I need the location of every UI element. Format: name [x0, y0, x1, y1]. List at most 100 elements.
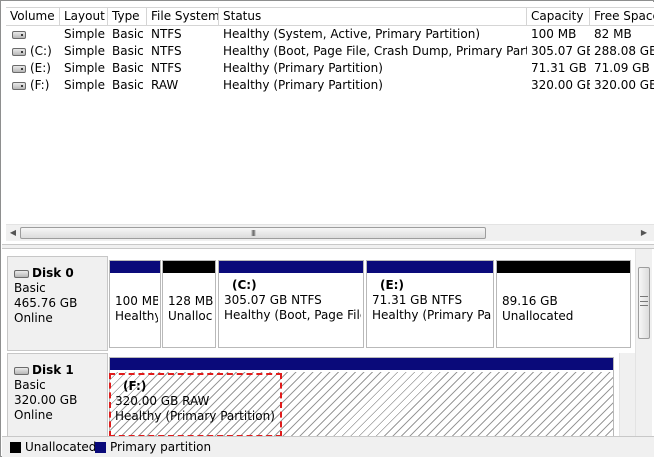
- volume-name: (F:): [30, 78, 50, 92]
- volume-row[interactable]: (E:) Simple Basic NTFS Healthy (Primary …: [6, 60, 654, 77]
- partition-details: (E:) 71.31 GB NTFS Healthy (Primary Part…: [372, 278, 491, 323]
- column-header-capacity[interactable]: Capacity: [527, 8, 590, 26]
- volume-free-space: 320.00 GB: [594, 78, 654, 92]
- volume-list: Volume Layout Type File System Status Ca…: [2, 2, 654, 244]
- drive-icon: [12, 82, 26, 90]
- volume-capacity: 320.00 GB: [531, 78, 590, 92]
- disk-1-title: Disk 1: [14, 363, 107, 378]
- partition-details: 128 MB Unallocated: [168, 294, 213, 324]
- drive-icon: [12, 31, 26, 39]
- scroll-grip-icon: [640, 296, 648, 306]
- partition-e-drive[interactable]: (E:) 71.31 GB NTFS Healthy (Primary Part…: [366, 260, 494, 348]
- volume-name: (C:): [30, 44, 52, 58]
- disk-icon: [14, 367, 29, 375]
- volume-row[interactable]: (C:) Simple Basic NTFS Healthy (Boot, Pa…: [6, 43, 654, 60]
- volume-status: Healthy (Boot, Page File, Crash Dump, Pr…: [223, 44, 527, 58]
- legend-label: Unallocated: [25, 440, 97, 454]
- partition-system-reserved[interactable]: 100 MB Healthy (System, Active, Primary …: [109, 260, 161, 348]
- legend-bar: Unallocated Primary partition: [2, 436, 654, 457]
- horizontal-scrollbar[interactable]: ◀ III ▶: [6, 224, 654, 241]
- volume-row[interactable]: (F:) Simple Basic RAW Healthy (Primary P…: [6, 77, 654, 94]
- volume-type: Basic: [112, 61, 144, 75]
- drive-icon: [12, 48, 26, 56]
- volume-row[interactable]: Simple Basic NTFS Healthy (System, Activ…: [6, 26, 654, 43]
- partition-status: Unallocated: [502, 309, 574, 323]
- disk-name: Disk 0: [32, 266, 74, 280]
- partition-color-bar: [163, 261, 215, 273]
- volume-list-header: Volume Layout Type File System Status Ca…: [6, 7, 654, 26]
- volume-type: Basic: [112, 27, 144, 41]
- legend-swatch-unallocated: [10, 442, 21, 453]
- disk-size: 465.76 GB: [14, 296, 78, 310]
- volume-free-space: 71.09 GB: [594, 61, 650, 75]
- disk-size: 320.00 GB: [14, 393, 78, 407]
- disk-status: Online: [14, 408, 53, 422]
- volume-free-space: 288.08 GB: [594, 44, 654, 58]
- partition-size: 89.16 GB: [502, 294, 558, 308]
- volume-capacity: 305.07 GB: [531, 44, 590, 58]
- volume-name: [26, 26, 60, 43]
- legend-item-primary-partition: Primary partition: [95, 439, 211, 455]
- partition-color-bar: [367, 261, 493, 273]
- volume-free-space: 82 MB: [594, 27, 632, 41]
- volume-file-system: NTFS: [151, 61, 182, 75]
- partition-label: (C:): [232, 278, 257, 292]
- partition-f-drive[interactable]: (F:) 320.00 GB RAW Healthy (Primary Part…: [109, 357, 614, 436]
- legend-item-unallocated: Unallocated: [10, 439, 96, 455]
- vertical-scroll-thumb[interactable]: [638, 267, 650, 339]
- legend-label: Primary partition: [110, 440, 212, 454]
- scroll-right-arrow-icon[interactable]: ▶: [637, 226, 651, 240]
- partition-status: Healthy (Boot, Page File, Crash Dump, Pr…: [224, 308, 361, 322]
- disk-management-window: Volume Layout Type File System Status Ca…: [0, 0, 654, 457]
- partition-status: Unallocated: [168, 309, 213, 323]
- volume-capacity: 71.31 GB: [531, 61, 587, 75]
- scroll-grip-icon: III: [250, 229, 256, 238]
- partition-details: 100 MB Healthy (System, Active, Primary …: [115, 294, 158, 324]
- column-header-status[interactable]: Status: [219, 8, 527, 26]
- disk-type: Basic: [14, 281, 46, 295]
- partition-unallocated-small[interactable]: 128 MB Unallocated: [162, 260, 216, 348]
- horizontal-scroll-thumb[interactable]: III: [20, 227, 486, 239]
- volume-type: Basic: [112, 44, 144, 58]
- column-header-file-system[interactable]: File System: [147, 8, 219, 26]
- partition-size: 305.07 GB NTFS: [224, 293, 322, 307]
- partition-details: (C:) 305.07 GB NTFS Healthy (Boot, Page …: [224, 278, 361, 323]
- disk-name: Disk 1: [32, 363, 74, 377]
- disk-type: Basic: [14, 378, 46, 392]
- partition-color-bar: [219, 261, 363, 273]
- vertical-scrollbar[interactable]: [635, 249, 652, 436]
- partition-color-bar: [497, 261, 630, 273]
- partition-color-bar: [110, 261, 160, 273]
- volume-layout: Simple: [64, 61, 105, 75]
- column-header-volume[interactable]: Volume: [6, 8, 60, 26]
- partition-status: Healthy (Primary Partition): [115, 409, 275, 423]
- column-header-free-space[interactable]: Free Space: [590, 8, 654, 26]
- volume-file-system: RAW: [151, 78, 179, 92]
- disk-graphical-view: Disk 0 Basic 465.76 GB Online 100 MB Hea…: [2, 249, 654, 436]
- partition-status: Healthy (Primary Partition): [372, 308, 491, 322]
- disk-1-scrollbar[interactable]: [619, 353, 635, 436]
- column-header-layout[interactable]: Layout: [60, 8, 108, 26]
- disk-1-info[interactable]: Disk 1 Basic 320.00 GB Online: [7, 353, 108, 436]
- volume-layout: Simple: [64, 27, 105, 41]
- volume-type: Basic: [112, 78, 144, 92]
- volume-capacity: 100 MB: [531, 27, 577, 41]
- legend-swatch-primary: [95, 442, 106, 453]
- partition-unallocated-large[interactable]: 89.16 GB Unallocated: [496, 260, 631, 348]
- partition-color-bar: [110, 358, 613, 370]
- disk-status: Online: [14, 311, 53, 325]
- partition-size: 100 MB: [115, 294, 158, 308]
- volume-layout: Simple: [64, 78, 105, 92]
- column-header-type[interactable]: Type: [108, 8, 147, 26]
- disk-0-info[interactable]: Disk 0 Basic 465.76 GB Online: [7, 256, 108, 351]
- partition-status: Healthy (System, Active, Primary Partiti…: [115, 309, 158, 323]
- partition-details: 89.16 GB Unallocated: [502, 294, 628, 324]
- volume-status: Healthy (System, Active, Primary Partiti…: [223, 27, 481, 41]
- volume-file-system: NTFS: [151, 44, 182, 58]
- scroll-left-arrow-icon[interactable]: ◀: [6, 226, 20, 240]
- partition-details: (F:) 320.00 GB RAW Healthy (Primary Part…: [115, 379, 611, 424]
- partition-label: (F:): [123, 379, 147, 393]
- partition-size: 320.00 GB RAW: [115, 394, 210, 408]
- partition-c-drive[interactable]: (C:) 305.07 GB NTFS Healthy (Boot, Page …: [218, 260, 364, 348]
- disk-0-title: Disk 0: [14, 266, 107, 281]
